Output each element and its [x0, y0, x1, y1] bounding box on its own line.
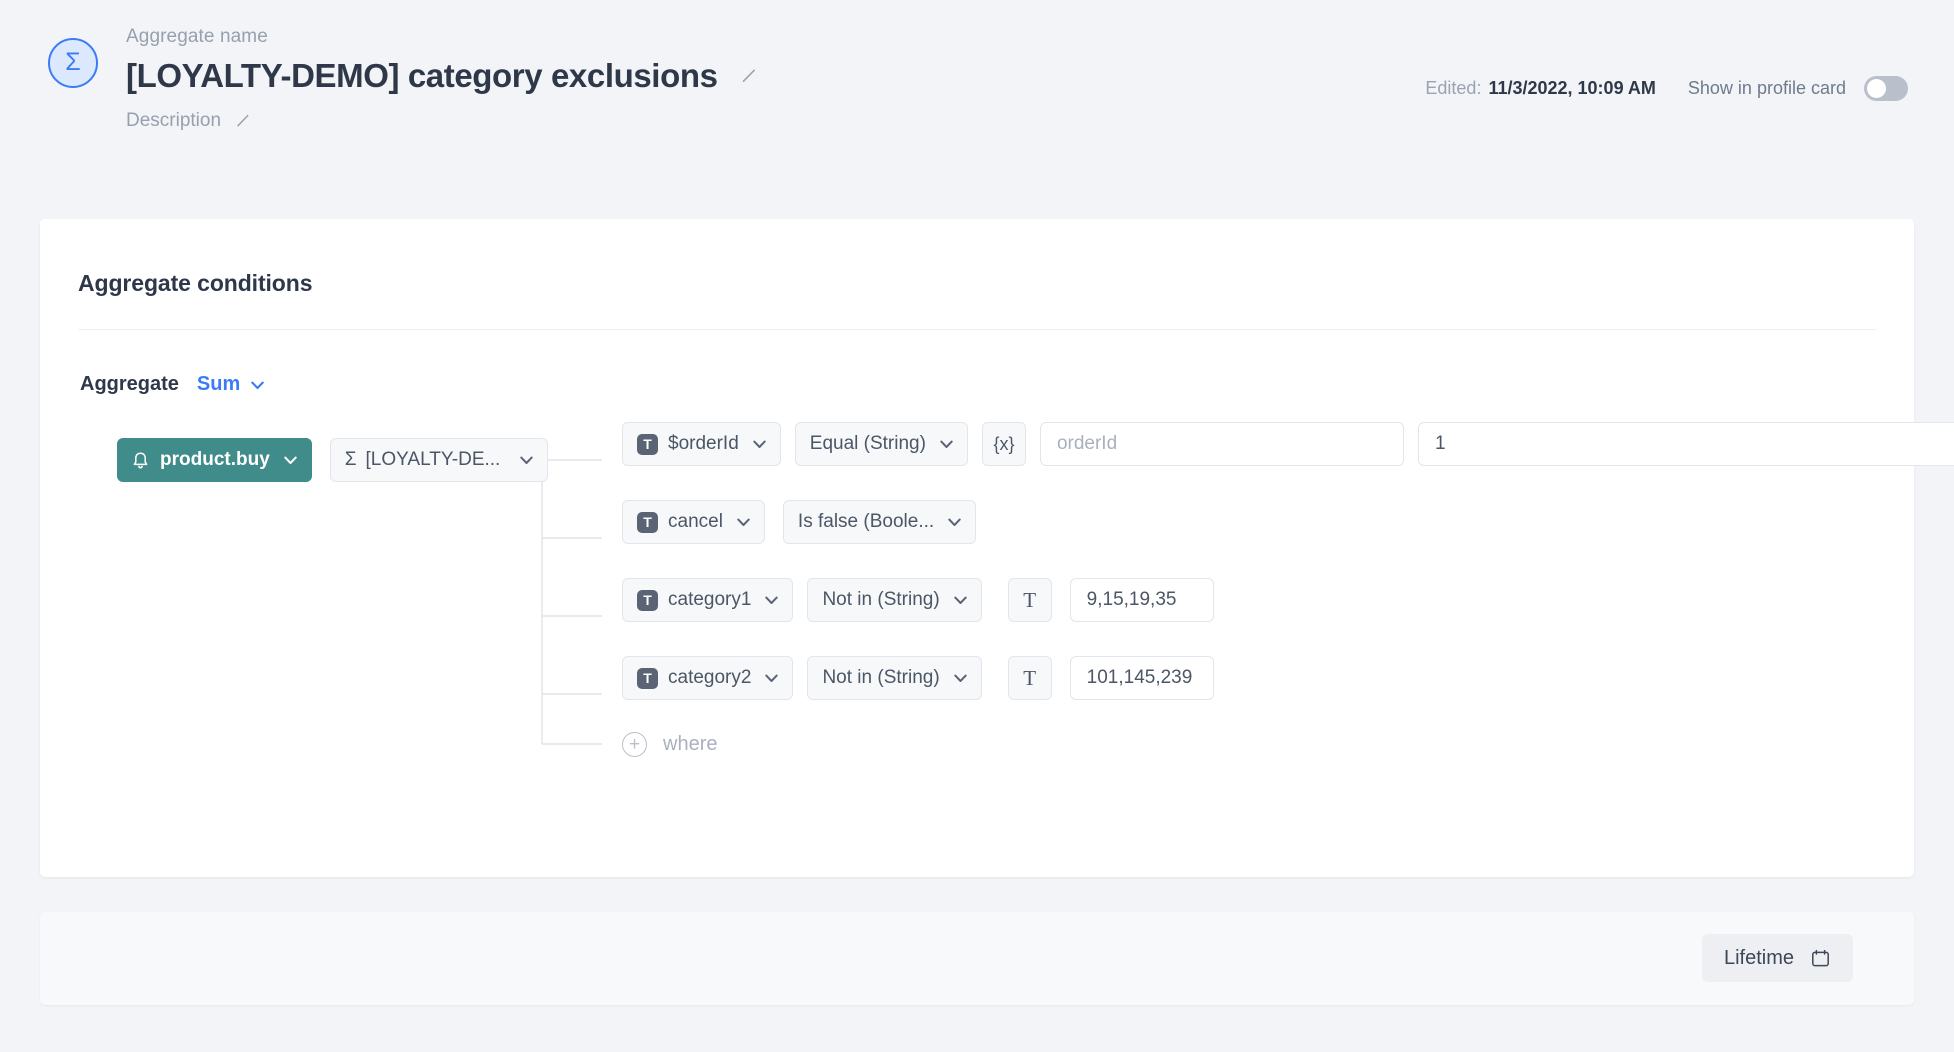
conditions-area: product.buy Σ [LOYALTY-DE... T $orderId [40, 422, 1954, 762]
condition-rows: T $orderId Equal (String) {x} orderId 1 … [622, 422, 1954, 734]
show-in-profile-card-label: Show in profile card [1687, 78, 1846, 98]
chevron-down-icon [948, 511, 961, 533]
text-type-icon: T [1023, 587, 1037, 612]
condition-operator-select[interactable]: Is false (Boole... [782, 500, 977, 544]
text-type-icon-button[interactable]: T [1007, 578, 1052, 622]
condition-operator-value: Is false (Boole... [797, 511, 935, 532]
expression-icon: {x} [993, 433, 1015, 454]
plus-circle-icon: + [622, 732, 647, 757]
event-select[interactable]: product.buy [117, 438, 312, 482]
condition-value-input[interactable] [1069, 656, 1214, 700]
page-title: [LOYALTY-DEMO] category exclusions [126, 57, 718, 94]
card-title: Aggregate conditions [78, 270, 313, 296]
condition-field-select[interactable]: T category1 [622, 578, 794, 622]
condition-field-value: category1 [668, 589, 752, 610]
sigma-glyph: Σ [65, 47, 81, 76]
condition-operator-value: Not in (String) [822, 589, 940, 610]
text-type-icon: T [1023, 665, 1037, 690]
condition-row: T cancel Is false (Boole... [622, 500, 1954, 544]
chevron-down-icon [753, 433, 766, 455]
event-name: product.buy [160, 449, 270, 470]
toggle-knob [1867, 79, 1886, 98]
condition-extra-value-input[interactable] [1417, 422, 1954, 466]
sigma-icon: Σ [344, 449, 357, 470]
condition-row: T $orderId Equal (String) {x} [622, 422, 1954, 466]
edited-label: Edited: [1425, 78, 1482, 98]
aggregate-conditions-card: Aggregate conditions Aggregate Sum produ… [40, 219, 1954, 877]
page-header: Σ Aggregate name [LOYALTY-DEMO] category… [0, 0, 1954, 218]
chevron-down-icon [737, 511, 750, 533]
condition-field-select[interactable]: T $orderId [622, 422, 781, 466]
chevron-down-icon [953, 589, 967, 611]
show-in-profile-card-toggle[interactable] [1864, 76, 1908, 101]
condition-field-select[interactable]: T category2 [622, 656, 794, 700]
text-type-icon-button[interactable]: T [1007, 656, 1052, 700]
bell-icon [132, 451, 149, 470]
period-select-button[interactable]: Lifetime [1701, 934, 1853, 982]
condition-value-input[interactable] [1069, 578, 1214, 622]
condition-value-input[interactable] [1039, 422, 1404, 466]
condition-field-value: cancel [668, 511, 723, 532]
chevron-down-icon [765, 589, 779, 611]
text-type-icon: T [637, 433, 658, 455]
aggregate-function-value: Sum [196, 373, 241, 395]
sigma-icon: Σ [48, 38, 98, 88]
aggregate-function-row: Aggregate Sum [40, 330, 1914, 396]
condition-field-value: category2 [668, 667, 752, 688]
text-type-icon: T [637, 511, 658, 533]
chevron-down-icon [284, 449, 297, 471]
chevron-down-icon [953, 667, 967, 689]
footer-bar: Lifetime [40, 912, 1914, 1005]
text-type-icon: T [637, 589, 658, 611]
aggregate-name-label: Aggregate name [126, 26, 268, 47]
description-label: Description [126, 110, 222, 132]
condition-row: T category1 Not in (String) T [622, 578, 1954, 622]
aggregate-source-value: [LOYALTY-DE... [365, 449, 501, 470]
condition-row: T category2 Not in (String) T [622, 656, 1954, 700]
text-type-icon: T [637, 667, 658, 689]
expression-icon-button[interactable]: {x} [981, 422, 1026, 466]
condition-field-select[interactable]: T cancel [622, 500, 765, 544]
condition-operator-select[interactable]: Equal (String) [794, 422, 968, 466]
condition-operator-value: Equal (String) [809, 433, 926, 454]
condition-field-value: $orderId [668, 433, 739, 454]
event-source-row: product.buy Σ [LOYALTY-DE... [117, 438, 548, 482]
period-select-label: Lifetime [1723, 946, 1794, 969]
header-meta: Edited: 11/3/2022, 10:09 AM Show in prof… [1425, 76, 1908, 101]
aggregate-source-select[interactable]: Σ [LOYALTY-DE... [329, 438, 548, 482]
chevron-down-icon [520, 449, 533, 471]
add-where-label: where [663, 733, 718, 755]
add-where-button[interactable]: + where [622, 732, 717, 757]
condition-operator-value: Not in (String) [822, 667, 940, 688]
edited-timestamp: 11/3/2022, 10:09 AM [1488, 78, 1656, 98]
chevron-down-icon [940, 433, 953, 455]
chevron-down-icon [765, 667, 779, 689]
condition-operator-select[interactable]: Not in (String) [807, 656, 982, 700]
aggregate-label: Aggregate [80, 373, 179, 395]
calendar-icon [1810, 948, 1831, 969]
pencil-icon[interactable] [235, 112, 252, 134]
aggregate-function-select[interactable]: Sum [197, 373, 264, 396]
chevron-down-icon [251, 373, 264, 396]
condition-operator-select[interactable]: Not in (String) [807, 578, 982, 622]
pencil-icon[interactable] [740, 66, 759, 91]
